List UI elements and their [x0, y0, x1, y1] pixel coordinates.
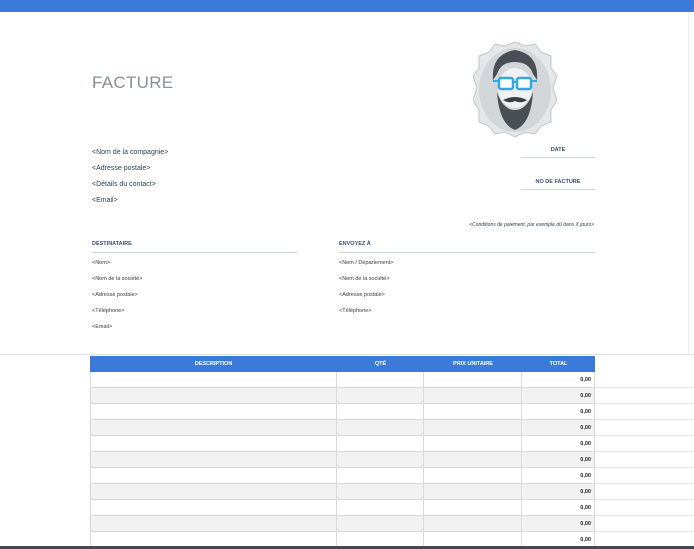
page-divider — [0, 354, 694, 355]
invoice-number-label: NO DE FACTURE — [535, 179, 581, 185]
total-cell[interactable]: 0,00 — [522, 404, 595, 420]
sent-to-heading: ENVOYEZ À — [339, 241, 371, 247]
column-unit-price[interactable]: PRIX UNITAIRE — [424, 361, 522, 367]
quantity-cell[interactable] — [337, 516, 424, 532]
unit-price-cell[interactable] — [424, 516, 522, 532]
sent-to-rule — [339, 252, 595, 253]
table-row: 0,00 — [90, 468, 595, 484]
unit-price-cell[interactable] — [424, 452, 522, 468]
top-accent-bar — [0, 0, 694, 12]
table-row: 0,00 — [90, 420, 595, 436]
sheet-gridlines — [595, 372, 694, 548]
unit-price-cell[interactable] — [424, 420, 522, 436]
unit-price-cell[interactable] — [424, 404, 522, 420]
total-cell[interactable]: 0,00 — [522, 452, 595, 468]
description-cell[interactable] — [90, 516, 337, 532]
invoice-number-field-rule[interactable] — [521, 189, 595, 190]
column-total[interactable]: TOTAL — [522, 361, 595, 367]
company-name[interactable]: <Nom de la compagnie> — [92, 149, 168, 156]
sent-to-address[interactable]: <Adresse postale> — [339, 292, 385, 298]
unit-price-cell[interactable] — [424, 484, 522, 500]
payment-conditions[interactable]: <Conditions de paiement, par exemple dû … — [380, 222, 594, 228]
quantity-cell[interactable] — [337, 404, 424, 420]
invoice-title: FACTURE — [92, 73, 174, 92]
description-cell[interactable] — [90, 388, 337, 404]
table-row: 0,00 — [90, 516, 595, 532]
total-cell[interactable]: 0,00 — [522, 468, 595, 484]
sent-to-phone[interactable]: <Téléphone> — [339, 308, 371, 314]
table-row: 0,00 — [90, 484, 595, 500]
description-cell[interactable] — [90, 500, 337, 516]
page-edge — [688, 12, 689, 354]
date-field-rule[interactable] — [521, 157, 595, 158]
quantity-cell[interactable] — [337, 468, 424, 484]
table-row: 0,00 — [90, 404, 595, 420]
recipient-company[interactable]: <Nom de la société> — [92, 276, 142, 282]
unit-price-cell[interactable] — [424, 388, 522, 404]
sent-to-name[interactable]: <Nom / Département> — [339, 260, 393, 266]
company-address[interactable]: <Adresse postale> — [92, 165, 150, 172]
total-cell[interactable]: 0,00 — [522, 420, 595, 436]
recipient-rule — [92, 252, 297, 253]
recipient-heading: DESTINATAIRE — [92, 241, 132, 247]
recipient-name[interactable]: <Nom> — [92, 260, 110, 266]
line-items-table: DESCRIPTION QTÉ PRIX UNITAIRE TOTAL 0,00… — [90, 356, 595, 548]
quantity-cell[interactable] — [337, 452, 424, 468]
total-cell[interactable]: 0,00 — [522, 516, 595, 532]
description-cell[interactable] — [90, 404, 337, 420]
table-row: 0,00 — [90, 372, 595, 388]
column-description[interactable]: DESCRIPTION — [90, 361, 337, 367]
total-cell[interactable]: 0,00 — [522, 372, 595, 388]
unit-price-cell[interactable] — [424, 500, 522, 516]
table-row: 0,00 — [90, 436, 595, 452]
quantity-cell[interactable] — [337, 372, 424, 388]
quantity-cell[interactable] — [337, 388, 424, 404]
total-cell[interactable]: 0,00 — [522, 484, 595, 500]
quantity-cell[interactable] — [337, 500, 424, 516]
total-cell[interactable]: 0,00 — [522, 436, 595, 452]
quantity-cell[interactable] — [337, 484, 424, 500]
description-cell[interactable] — [90, 436, 337, 452]
total-cell[interactable]: 0,00 — [522, 500, 595, 516]
sent-to-company[interactable]: <Nom de la société> — [339, 276, 389, 282]
unit-price-cell[interactable] — [424, 436, 522, 452]
quantity-cell[interactable] — [337, 420, 424, 436]
description-cell[interactable] — [90, 484, 337, 500]
recipient-email[interactable]: <Email> — [92, 324, 112, 330]
recipient-address[interactable]: <Adresse postale> — [92, 292, 138, 298]
table-row: 0,00 — [90, 388, 595, 404]
unit-price-cell[interactable] — [424, 468, 522, 484]
description-cell[interactable] — [90, 372, 337, 388]
company-contact[interactable]: <Détails du contact> — [92, 181, 156, 188]
table-header: DESCRIPTION QTÉ PRIX UNITAIRE TOTAL — [90, 356, 595, 372]
description-cell[interactable] — [90, 420, 337, 436]
column-quantity[interactable]: QTÉ — [337, 361, 424, 367]
table-row: 0,00 — [90, 500, 595, 516]
description-cell[interactable] — [90, 452, 337, 468]
recipient-phone[interactable]: <Téléphone> — [92, 308, 124, 314]
quantity-cell[interactable] — [337, 436, 424, 452]
unit-price-cell[interactable] — [424, 372, 522, 388]
date-label: DATE — [550, 147, 566, 153]
bearded-man-logo-icon — [473, 41, 557, 138]
description-cell[interactable] — [90, 468, 337, 484]
table-row: 0,00 — [90, 452, 595, 468]
company-email[interactable]: <Email> — [92, 197, 118, 204]
total-cell[interactable]: 0,00 — [522, 388, 595, 404]
